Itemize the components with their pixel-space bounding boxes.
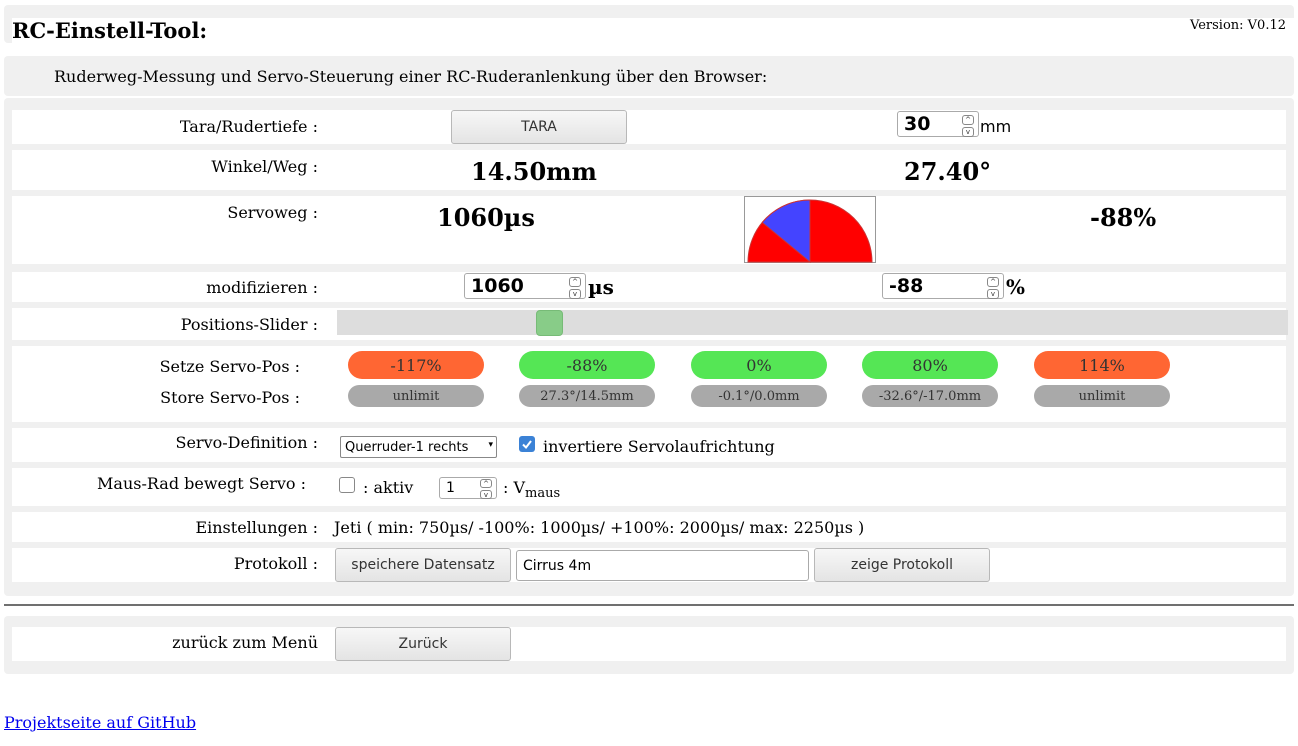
v-maus-prefix: : V — [503, 478, 526, 497]
set-servo-pos-button[interactable]: 80% — [862, 351, 998, 379]
protokoll-name-value: Cirrus 4m — [523, 557, 592, 574]
protokoll-name-input[interactable]: Cirrus 4m — [516, 550, 809, 581]
rudertiefe-value: 30 — [904, 113, 931, 135]
store-servo-pos-button[interactable]: -32.6°/-17.0mm — [862, 385, 998, 407]
store-servo-pos-button[interactable]: unlimit — [348, 385, 484, 407]
back-button[interactable]: Zurück — [335, 627, 511, 661]
store-servo-pos-button[interactable]: unlimit — [1034, 385, 1170, 407]
store-servo-pos-button[interactable]: -0.1°/0.0mm — [691, 385, 827, 407]
set-servo-pos-button[interactable]: 114% — [1034, 351, 1170, 379]
invert-checkbox[interactable] — [519, 436, 535, 452]
set-servo-pos-label: Setze Servo-Pos : — [159, 357, 300, 376]
divider — [4, 604, 1294, 606]
modifizieren-row — [12, 272, 1286, 302]
chevron-down-icon: ▾ — [488, 440, 493, 450]
modify-us-unit: µs — [588, 275, 614, 299]
rudertiefe-input[interactable]: 30 ^ v — [897, 111, 979, 137]
servo-definition-select[interactable]: Querruder-1 rechts ▾ — [340, 436, 497, 458]
back-label: zurück zum Menü — [172, 633, 318, 652]
github-link[interactable]: Projektseite auf GitHub — [4, 713, 196, 732]
maus-aktiv-label: : aktiv — [363, 478, 414, 497]
einstellungen-text: Jeti ( min: 750µs/ -100%: 1000µs/ +100%:… — [334, 518, 865, 537]
rudertiefe-spinner[interactable]: ^ v — [962, 115, 974, 137]
modifizieren-label: modifizieren : — [206, 278, 318, 297]
maus-speed-value: 1 — [446, 480, 455, 496]
set-servo-pos-button[interactable]: 0% — [691, 351, 827, 379]
version-label: Version: V0.12 — [1190, 18, 1286, 33]
servoweg-label: Servoweg : — [227, 203, 318, 222]
maus-speed-spinner[interactable]: ^ v — [480, 479, 492, 499]
winkel-value: 27.40° — [904, 157, 992, 186]
invert-label: invertiere Servolaufrichtung — [543, 437, 775, 456]
page-title: RC-Einstell-Tool: — [12, 18, 208, 43]
maus-speed-input[interactable]: 1 ^ v — [439, 477, 497, 499]
servoweg-percent-value: -88% — [1090, 203, 1157, 232]
slider-label: Positions-Slider : — [180, 315, 318, 334]
modify-percent-value: -88 — [889, 275, 924, 297]
positions-slider[interactable] — [337, 310, 1288, 336]
set-servo-pos-button[interactable]: -88% — [519, 351, 655, 379]
servo-definition-selected: Querruder-1 rechts — [345, 439, 469, 455]
v-maus-sub: maus — [525, 486, 561, 502]
page-subtitle: Ruderweg-Messung und Servo-Steuerung ein… — [54, 67, 768, 86]
servo-gauge — [744, 196, 876, 264]
winkel-weg-row — [12, 150, 1286, 190]
modify-us-spinner[interactable]: ^ v — [569, 277, 581, 299]
set-servo-pos-button[interactable]: -117% — [348, 351, 484, 379]
tara-label: Tara/Rudertiefe : — [179, 117, 318, 136]
store-servo-pos-label: Store Servo-Pos : — [160, 388, 300, 407]
checkmark-icon — [522, 440, 532, 450]
weg-value: 14.50mm — [471, 157, 597, 186]
protokoll-label: Protokoll : — [233, 554, 318, 573]
servo-definition-label: Servo-Definition : — [175, 433, 318, 452]
store-servo-pos-button[interactable]: 27.3°/14.5mm — [519, 385, 655, 407]
modify-percent-input[interactable]: -88 ^ v — [882, 273, 1004, 299]
rudertiefe-unit: mm — [980, 117, 1012, 136]
modify-percent-spinner[interactable]: ^ v — [987, 277, 999, 299]
save-record-button[interactable]: speichere Datensatz — [335, 548, 511, 582]
modify-us-value: 1060 — [471, 275, 524, 297]
servoweg-us-value: 1060µs — [437, 203, 535, 232]
winkel-weg-label: Winkel/Weg : — [211, 157, 318, 176]
slider-thumb[interactable] — [536, 310, 563, 336]
modify-percent-unit: % — [1006, 275, 1026, 299]
maus-aktiv-checkbox[interactable] — [339, 477, 355, 493]
einstellungen-label: Einstellungen : — [195, 518, 318, 537]
v-maus-label: : Vmaus — [503, 478, 560, 501]
show-protocol-button[interactable]: zeige Protokoll — [814, 548, 990, 582]
tara-button[interactable]: TARA — [451, 110, 627, 144]
maus-rad-label: Maus-Rad bewegt Servo : — [97, 474, 306, 493]
modify-us-input[interactable]: 1060 ^ v — [464, 273, 586, 299]
